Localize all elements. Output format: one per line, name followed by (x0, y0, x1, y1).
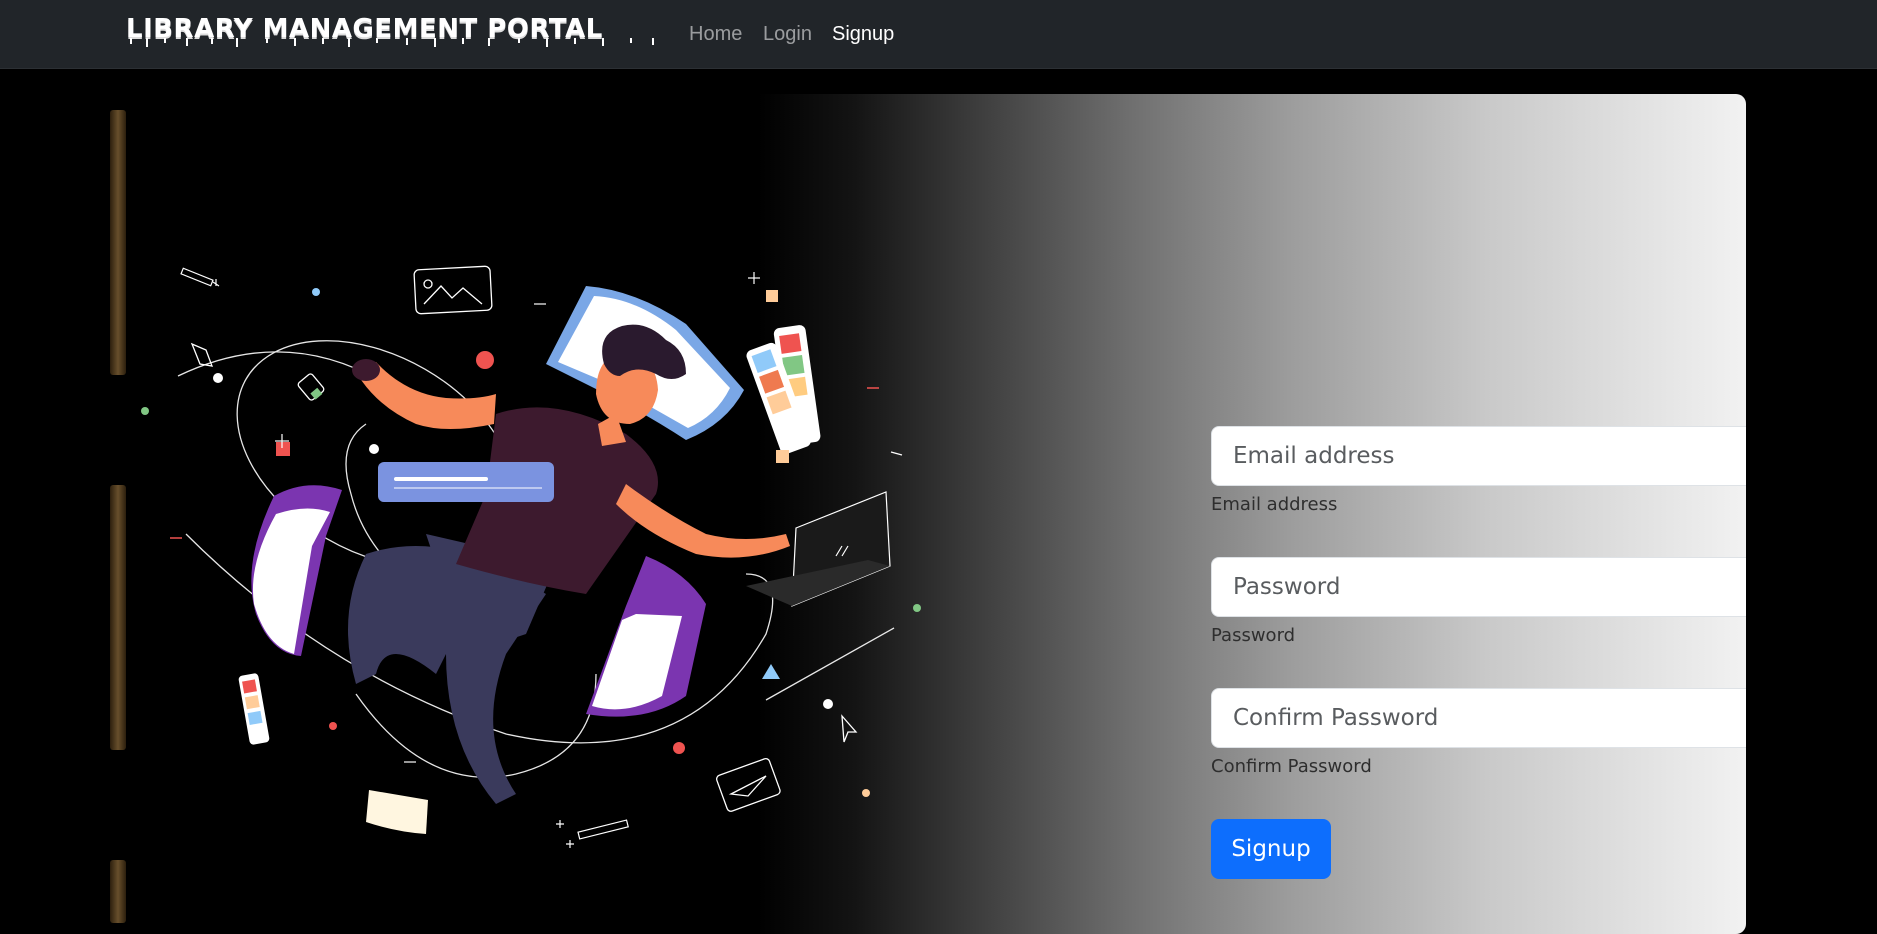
color-swatch-icon (238, 673, 270, 745)
email-label: Email address (1211, 494, 1338, 515)
book-icon (251, 485, 342, 656)
confirm-password-input[interactable] (1211, 688, 1746, 748)
book-icon (586, 556, 706, 717)
hero-illustration (141, 265, 921, 848)
brand-drip-decoration (130, 38, 654, 47)
password-group: Password (1211, 557, 1746, 646)
navbar: LIBRARY MANAGEMENT PORTAL Home Login Sig… (0, 0, 1877, 69)
paper-plane-icon (716, 757, 781, 812)
signup-button[interactable]: Signup (1211, 819, 1331, 879)
background-book-spine (110, 860, 126, 923)
email-group: Email address (1211, 426, 1746, 515)
eraser-icon (297, 373, 325, 401)
password-input[interactable] (1211, 557, 1746, 617)
signup-card: Email address Password Confirm Password … (126, 94, 1746, 934)
color-swatch-icon (746, 325, 821, 454)
cursor-icon (841, 714, 858, 743)
nav-link-home[interactable]: Home (689, 23, 742, 46)
confirm-password-label: Confirm Password (1211, 756, 1372, 777)
background-book-spine (110, 110, 126, 375)
image-icon (413, 265, 493, 315)
password-label: Password (1211, 625, 1296, 646)
email-input[interactable] (1211, 426, 1746, 486)
confirm-password-group: Confirm Password (1211, 688, 1746, 777)
background-book-spine (110, 485, 126, 750)
nav-link-signup[interactable]: Signup (832, 23, 894, 46)
nav-link-login[interactable]: Login (763, 23, 812, 46)
